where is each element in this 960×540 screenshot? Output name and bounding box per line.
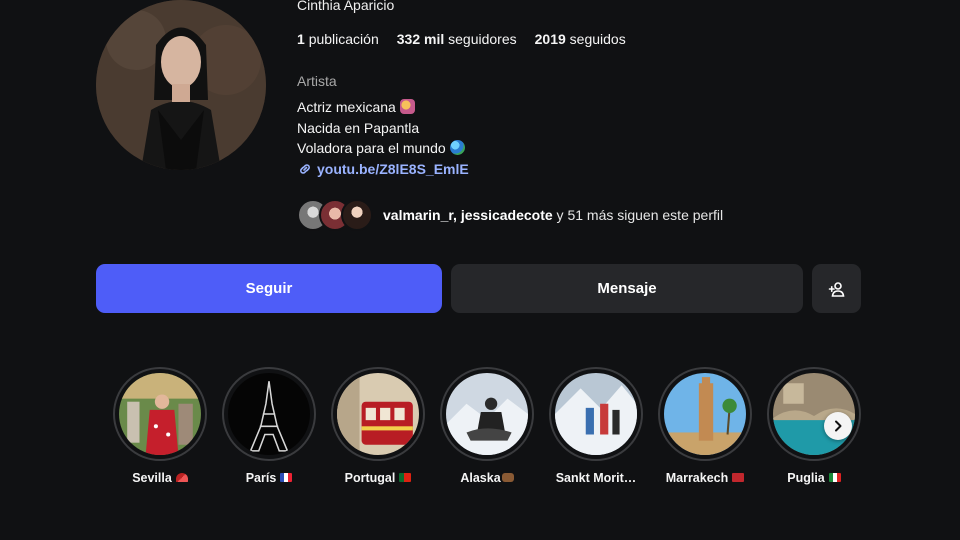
following-count[interactable]: 2019 seguidos <box>535 31 626 47</box>
profile-avatar[interactable] <box>96 0 266 170</box>
follower-names[interactable]: valmarin_r, jessicadecote <box>383 207 553 223</box>
highlights-next-button[interactable] <box>824 412 852 440</box>
chevron-right-icon <box>835 420 842 432</box>
highlight-alaska[interactable]: Alaska <box>439 367 535 485</box>
theater-masks-icon <box>399 99 415 114</box>
follower-avatar <box>341 199 373 231</box>
add-person-icon <box>828 281 844 297</box>
globe-icon <box>449 140 465 155</box>
profile-category: Artista <box>297 73 337 89</box>
profile-stats: 1 publicación 332 mil seguidores 2019 se… <box>297 31 626 47</box>
profile-bio: Actriz mexicana Nacida en Papantla Volad… <box>297 97 465 159</box>
follow-button[interactable]: Seguir <box>96 264 442 313</box>
message-button[interactable]: Mensaje <box>451 264 803 313</box>
highlight-paris[interactable]: París <box>221 367 317 485</box>
followers-count[interactable]: 332 mil seguidores <box>397 31 517 47</box>
profile-name: Cinthia Aparicio <box>297 0 395 13</box>
moose-icon <box>501 473 514 482</box>
highlight-portugal[interactable]: Portugal <box>330 367 426 485</box>
highlight-marrakech[interactable]: Marrakech <box>657 367 753 485</box>
posts-count[interactable]: 1 publicación <box>297 31 379 47</box>
highlight-sankt-moritz[interactable]: Sankt Morit… <box>548 367 644 485</box>
flag-france-icon <box>280 473 293 482</box>
flag-italy-icon <box>828 473 841 482</box>
link-icon <box>300 164 310 174</box>
flag-portugal-icon <box>399 473 412 482</box>
story-highlights: Sevilla París Portugal Alaska Sankt Mori… <box>112 367 872 497</box>
profile-link[interactable]: youtu.be/Z8lE8S_EmlE <box>297 161 469 177</box>
suggest-people-button[interactable] <box>812 264 861 313</box>
highlight-sevilla[interactable]: Sevilla <box>112 367 208 485</box>
flag-morocco-icon <box>732 473 745 482</box>
followed-by[interactable]: valmarin_r, jessicadecote y 51 más sigue… <box>297 196 723 234</box>
fan-icon <box>175 473 188 482</box>
